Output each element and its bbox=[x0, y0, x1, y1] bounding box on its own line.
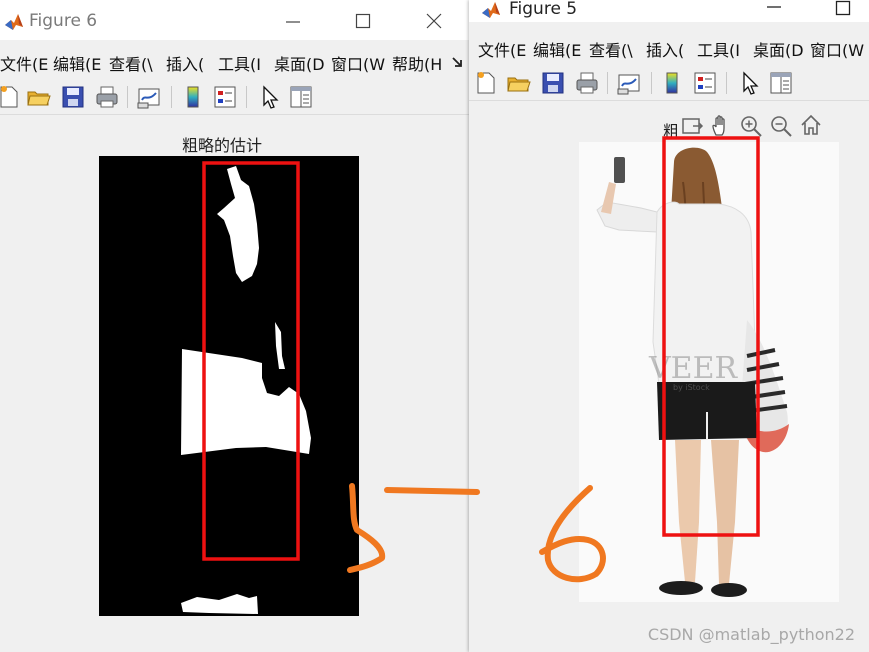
menu-view[interactable]: 查看(\ bbox=[109, 51, 153, 75]
link-plot-icon[interactable] bbox=[136, 84, 162, 110]
menu-insert[interactable]: 插入( bbox=[646, 37, 684, 61]
legend-icon[interactable] bbox=[212, 84, 238, 110]
axes-title: 粗略的估计 bbox=[182, 136, 263, 155]
menu-file[interactable]: 文件(E bbox=[0, 51, 48, 75]
toolbar-overflow-icon[interactable] bbox=[451, 56, 463, 68]
property-inspector-icon[interactable] bbox=[768, 70, 794, 96]
colorbar-icon[interactable] bbox=[659, 70, 685, 96]
figure5-title: Figure 5 bbox=[509, 0, 578, 19]
link-plot-icon[interactable] bbox=[616, 70, 642, 96]
figure6-toolbar bbox=[0, 80, 469, 115]
open-folder-icon[interactable] bbox=[26, 84, 52, 110]
pointer-icon[interactable] bbox=[736, 70, 762, 96]
figure6-window: Figure 6 文件(E 编辑(E 查看(\ 插入( 工具(I 桌面(D 窗口… bbox=[0, 0, 470, 652]
matlab-logo-icon bbox=[482, 2, 500, 18]
person-photo-image[interactable]: VEER by iStock bbox=[579, 142, 839, 602]
menu-window[interactable]: 窗口(W bbox=[810, 37, 864, 61]
figure6-titlebar[interactable]: Figure 6 bbox=[0, 0, 469, 40]
menu-edit[interactable]: 编辑(E bbox=[53, 51, 101, 75]
figure5-toolbar bbox=[469, 66, 869, 101]
property-inspector-icon[interactable] bbox=[288, 84, 314, 110]
toolbar-separator bbox=[171, 86, 172, 108]
new-file-icon[interactable] bbox=[473, 70, 499, 96]
save-icon[interactable] bbox=[60, 84, 86, 110]
maximize-icon[interactable] bbox=[355, 13, 371, 29]
open-folder-icon[interactable] bbox=[506, 70, 532, 96]
toolbar-separator bbox=[607, 72, 608, 94]
export-icon[interactable] bbox=[680, 114, 704, 138]
print-icon[interactable] bbox=[574, 70, 600, 96]
figure5-menubar: 文件(E 编辑(E 查看(\ 插入( 工具(I 桌面(D 窗口(W bbox=[469, 34, 869, 62]
pointer-icon[interactable] bbox=[256, 84, 282, 110]
toolbar-separator bbox=[726, 72, 727, 94]
pan-hand-icon[interactable] bbox=[709, 114, 733, 138]
save-icon[interactable] bbox=[540, 70, 566, 96]
matlab-logo-icon bbox=[5, 14, 23, 30]
menu-insert[interactable]: 插入( bbox=[166, 51, 204, 75]
minimize-icon[interactable] bbox=[285, 13, 301, 29]
toolbar-separator bbox=[651, 72, 652, 94]
stock-watermark-subtext: by iStock bbox=[673, 383, 710, 392]
menu-desktop[interactable]: 桌面(D bbox=[753, 37, 804, 61]
zoom-out-icon[interactable] bbox=[769, 114, 793, 138]
colorbar-icon[interactable] bbox=[180, 84, 206, 110]
figure6-menubar: 文件(E 编辑(E 查看(\ 插入( 工具(I 桌面(D 窗口(W 帮助(H bbox=[0, 48, 469, 76]
stock-watermark-text: VEER bbox=[648, 351, 738, 386]
figure5-window: Figure 5 文件(E 编辑(E 查看(\ 插入( 工具(I 桌面(D 窗口… bbox=[469, 0, 869, 652]
menu-view[interactable]: 查看(\ bbox=[589, 37, 633, 61]
menu-tools[interactable]: 工具(I bbox=[218, 51, 261, 75]
menu-desktop[interactable]: 桌面(D bbox=[274, 51, 325, 75]
menu-help[interactable]: 帮助(H bbox=[392, 51, 442, 75]
minimize-icon[interactable] bbox=[766, 0, 782, 14]
menu-window[interactable]: 窗口(W bbox=[331, 51, 385, 75]
maximize-icon[interactable] bbox=[835, 0, 851, 16]
csdn-watermark: CSDN @matlab_python22 bbox=[647, 625, 855, 644]
toolbar-separator bbox=[246, 86, 247, 108]
menu-file[interactable]: 文件(E bbox=[478, 37, 526, 61]
new-file-icon[interactable] bbox=[0, 84, 22, 110]
toolbar-separator bbox=[127, 86, 128, 108]
zoom-in-icon[interactable] bbox=[739, 114, 763, 138]
print-icon[interactable] bbox=[94, 84, 120, 110]
binary-mask-image[interactable] bbox=[99, 156, 359, 616]
legend-icon[interactable] bbox=[692, 70, 718, 96]
home-icon[interactable] bbox=[799, 113, 823, 137]
menu-tools[interactable]: 工具(I bbox=[697, 37, 740, 61]
close-icon[interactable] bbox=[426, 13, 442, 29]
menu-edit[interactable]: 编辑(E bbox=[533, 37, 581, 61]
figure6-title: Figure 6 bbox=[29, 11, 98, 31]
axes-title-partial: 粗 bbox=[663, 122, 680, 141]
figure5-titlebar[interactable]: Figure 5 bbox=[469, 0, 869, 22]
